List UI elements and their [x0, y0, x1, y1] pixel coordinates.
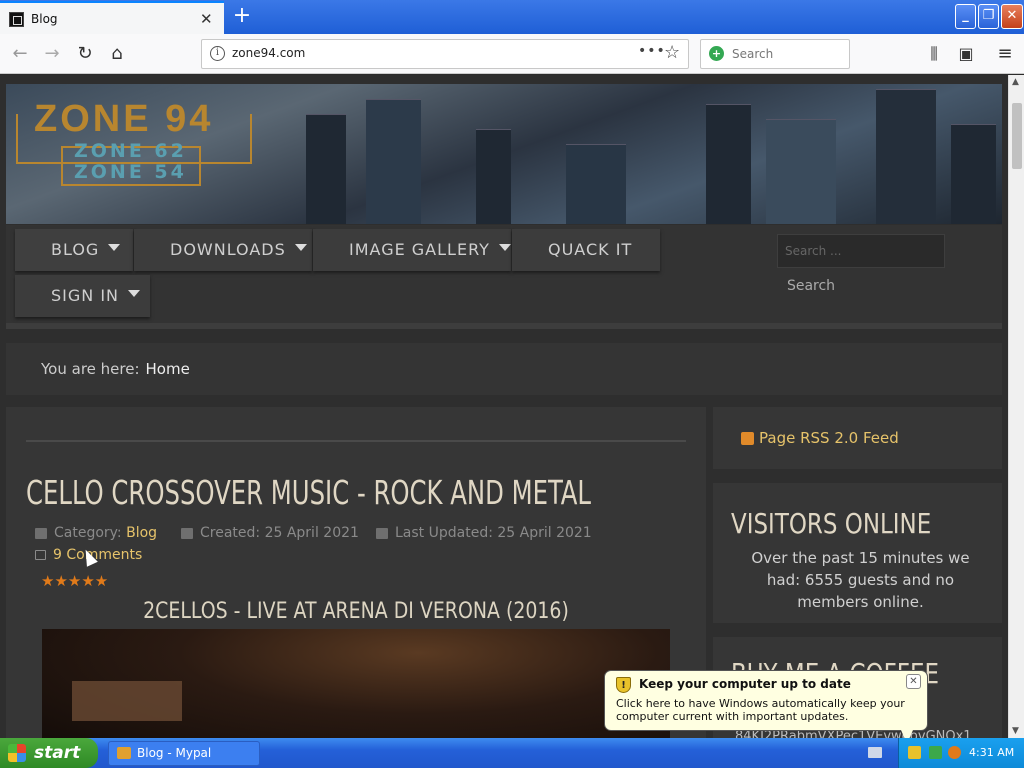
- chevron-down-icon: [128, 290, 141, 297]
- menu-item-quack-it[interactable]: QUACK IT: [512, 229, 660, 271]
- site-logo[interactable]: ZONE 94: [34, 98, 213, 141]
- system-tray: 4:31 AM: [898, 738, 1024, 768]
- menu-item-downloads[interactable]: DOWNLOADS: [134, 229, 312, 271]
- update-notification-balloon[interactable]: ! Keep your computer up to date ✕ Click …: [604, 670, 928, 744]
- maximize-button[interactable]: ❐: [978, 4, 999, 29]
- video-thumbnail-arena: [72, 681, 182, 721]
- breadcrumb-prefix: You are here:: [41, 360, 140, 378]
- chevron-down-icon: [498, 244, 511, 251]
- article-subheading: 2CELLOS - LIVE AT ARENA DI VERONA (2016): [143, 599, 569, 624]
- search-engine-icon: +: [709, 46, 724, 61]
- start-button[interactable]: start: [0, 738, 98, 768]
- chevron-down-icon: [108, 244, 121, 251]
- video-player[interactable]: [42, 629, 670, 738]
- sidebar-toggle-icon[interactable]: ▣: [954, 42, 978, 66]
- home-icon[interactable]: ⌂: [105, 42, 129, 66]
- minimize-button[interactable]: _: [955, 4, 976, 29]
- article-meta-created: Created: 25 April 2021: [181, 525, 359, 541]
- rss-icon: [741, 432, 754, 445]
- browser-search-input[interactable]: + Search: [700, 39, 850, 69]
- main-menu: BLOG DOWNLOADS IMAGE GALLERY QUACK IT SI…: [6, 225, 1002, 329]
- windows-logo-icon: [8, 744, 26, 762]
- search-tray-icon[interactable]: [948, 746, 961, 759]
- article: CELLO CROSSOVER MUSIC - ROCK AND METAL C…: [6, 407, 706, 738]
- back-arrow-icon[interactable]: ←: [8, 42, 32, 66]
- balloon-close-button[interactable]: ✕: [906, 674, 921, 689]
- site-banner[interactable]: ZONE 94 ZONE 62 ZONE 54: [6, 84, 1002, 224]
- article-title[interactable]: CELLO CROSSOVER MUSIC - ROCK AND METAL: [26, 473, 591, 512]
- mypal-app-icon: [117, 747, 131, 759]
- web-page: ZONE 94 ZONE 62 ZONE 54 BLOG DOWNLOADS I…: [0, 75, 1008, 738]
- site-favicon-icon: [9, 12, 24, 27]
- divider: [26, 440, 686, 442]
- hamburger-menu-icon[interactable]: ≡: [993, 42, 1017, 66]
- tab-title: Blog: [31, 12, 58, 26]
- folder-icon: [35, 527, 47, 539]
- url-text: zone94.com: [232, 46, 306, 60]
- category-link[interactable]: Blog: [126, 525, 157, 541]
- visitors-title: VISITORS ONLINE: [731, 507, 932, 540]
- chevron-down-icon: [294, 244, 307, 251]
- page-actions-icon[interactable]: •••: [638, 43, 666, 59]
- network-icon[interactable]: [929, 746, 942, 759]
- visitors-online-module: VISITORS ONLINE Over the past 15 minutes…: [713, 483, 1002, 623]
- address-bar[interactable]: i zone94.com ••• ☆: [201, 39, 689, 69]
- calendar-icon: [376, 527, 388, 539]
- keyboard-icon[interactable]: [868, 747, 882, 758]
- balloon-message: Click here to have Windows automatically…: [616, 697, 905, 723]
- tab-blog[interactable]: Blog ✕: [0, 1, 224, 34]
- comment-icon: [35, 550, 46, 560]
- site-search-button[interactable]: Search: [777, 270, 845, 302]
- security-alert-icon[interactable]: [908, 746, 921, 759]
- bookmark-star-icon[interactable]: ☆: [664, 42, 680, 63]
- menu-item-image-gallery[interactable]: IMAGE GALLERY: [313, 229, 511, 271]
- scrollbar-thumb[interactable]: [1012, 103, 1022, 169]
- page-scrollbar[interactable]: ▲ ▼: [1008, 75, 1024, 738]
- new-tab-button[interactable]: +: [230, 3, 254, 29]
- scroll-up-icon[interactable]: ▲: [1012, 77, 1019, 87]
- library-icon[interactable]: ⫼: [922, 42, 946, 66]
- site-search-input[interactable]: Search ...: [777, 234, 945, 268]
- browser-search-placeholder: Search: [732, 47, 774, 61]
- breadcrumb: You are here: Home: [6, 343, 1002, 395]
- close-tab-icon[interactable]: ✕: [200, 10, 213, 28]
- taskbar-clock[interactable]: 4:31 AM: [969, 746, 1014, 759]
- menu-item-sign-in[interactable]: SIGN IN: [15, 275, 150, 317]
- security-shield-icon: !: [616, 677, 631, 693]
- article-meta-updated: Last Updated: 25 April 2021: [376, 525, 592, 541]
- reload-icon[interactable]: ↻: [73, 42, 97, 66]
- windows-taskbar: start Blog - Mypal 4:31 AM: [0, 738, 1024, 768]
- breadcrumb-home: Home: [145, 360, 190, 378]
- rss-feed-link[interactable]: Page RSS 2.0 Feed: [713, 407, 1002, 469]
- logo-subtitle: ZONE 62 ZONE 54: [74, 140, 187, 183]
- balloon-title: Keep your computer up to date: [639, 677, 851, 691]
- visitors-text: Over the past 15 minutes we had: 6555 gu…: [751, 549, 970, 611]
- navigation-toolbar: ← → ↻ ⌂ i zone94.com ••• ☆ + Search ⫼ ▣ …: [0, 34, 1024, 74]
- site-info-icon[interactable]: i: [210, 46, 225, 61]
- rating-stars[interactable]: ★★★★★: [41, 572, 108, 590]
- forward-arrow-icon[interactable]: →: [40, 42, 64, 66]
- calendar-icon: [181, 527, 193, 539]
- menu-item-blog[interactable]: BLOG: [15, 229, 133, 271]
- window-close-button[interactable]: ✕: [1001, 4, 1023, 29]
- article-meta-category: Category: Blog: [35, 525, 157, 541]
- taskbar-item-mypal[interactable]: Blog - Mypal: [108, 741, 260, 766]
- tab-strip: Blog ✕ + _ ❐ ✕: [0, 0, 1024, 34]
- scroll-down-icon[interactable]: ▼: [1012, 726, 1019, 736]
